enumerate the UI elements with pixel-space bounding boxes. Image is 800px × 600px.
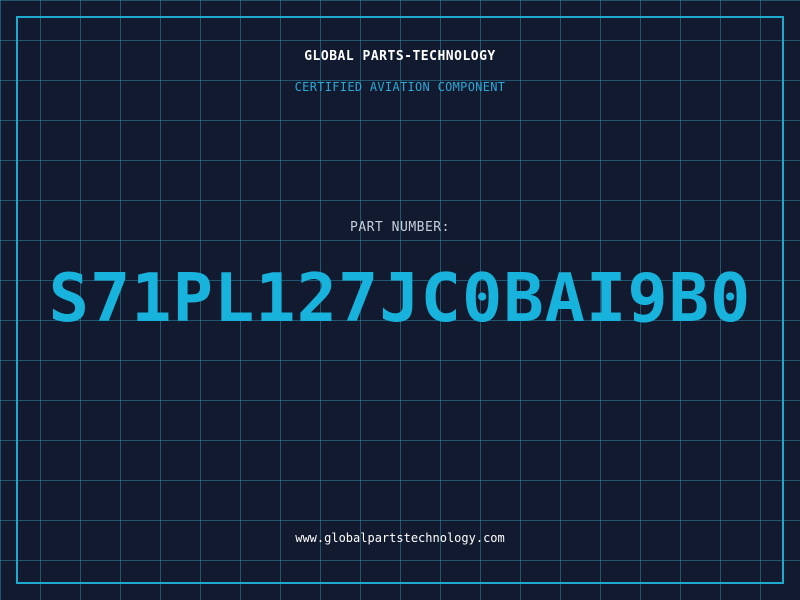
website-url: www.globalpartstechnology.com [295, 531, 505, 545]
part-number-label: PART NUMBER: [350, 220, 450, 235]
company-name: GLOBAL PARTS-TECHNOLOGY [304, 49, 496, 64]
certification-subtitle: CERTIFIED AVIATION COMPONENT [294, 80, 506, 94]
part-number-value: S71PL127JC0BAI9B0 [48, 259, 752, 337]
part-label-card: GLOBAL PARTS-TECHNOLOGY CERTIFIED AVIATI… [0, 0, 800, 600]
